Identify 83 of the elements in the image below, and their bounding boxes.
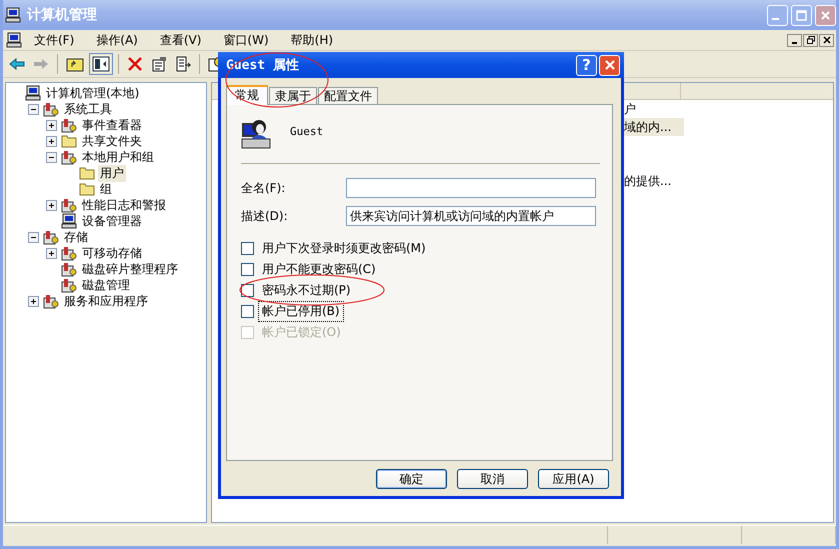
- tool-icon: [43, 293, 59, 309]
- tree-item[interactable]: 设备管理器: [80, 212, 144, 230]
- restore-button[interactable]: [803, 34, 818, 46]
- expander-box[interactable]: [28, 104, 39, 114]
- expander-box[interactable]: [28, 232, 39, 242]
- tree-item[interactable]: 性能日志和警报: [80, 196, 168, 214]
- tab[interactable]: 隶属于: [269, 87, 317, 104]
- tool-icon: [43, 101, 59, 117]
- close-button[interactable]: [819, 34, 834, 46]
- expander-box[interactable]: [46, 152, 57, 162]
- dialog-button[interactable]: 取消: [457, 469, 528, 489]
- tool-icon: [61, 245, 77, 261]
- tab[interactable]: 配置文件: [318, 87, 378, 104]
- checkbox[interactable]: [241, 305, 254, 318]
- checkbox-label[interactable]: 密码永不过期(P): [258, 280, 355, 301]
- field-label: 全名(F):: [241, 180, 286, 196]
- folder-icon: [61, 134, 77, 148]
- dialog-button[interactable]: 应用(A): [538, 469, 609, 489]
- table-cell-text: 户: [624, 101, 637, 118]
- tool-icon: [61, 261, 77, 277]
- menu-item[interactable]: 查看(V): [148, 32, 212, 48]
- menu-item[interactable]: 操作(A): [84, 32, 148, 48]
- expander-box[interactable]: [46, 200, 57, 210]
- minimize-icon: [772, 18, 779, 20]
- tool-icon: [61, 149, 77, 165]
- expander-box[interactable]: [46, 120, 57, 130]
- computer-icon: [5, 7, 21, 23]
- restore-icon: [806, 36, 814, 44]
- expander-box[interactable]: [28, 296, 39, 306]
- folder-up-icon[interactable]: [66, 56, 84, 72]
- table-cell: 域的内...: [624, 118, 684, 136]
- tool-icon: [61, 117, 77, 133]
- window-title: 计算机管理: [27, 6, 97, 24]
- user-name: Guest: [290, 124, 324, 138]
- delete-icon[interactable]: [127, 56, 143, 72]
- checkbox[interactable]: [241, 263, 254, 276]
- tree-pane-icon[interactable]: [92, 56, 110, 72]
- checkbox-label[interactable]: 帐户已停用(B): [258, 301, 344, 322]
- close-icon: [604, 59, 616, 71]
- properties-icon[interactable]: [151, 56, 167, 72]
- tree-item[interactable]: 存储: [62, 228, 90, 246]
- checkbox[interactable]: [241, 284, 254, 297]
- folder-icon: [79, 182, 95, 196]
- tree-item[interactable]: 用户: [98, 164, 126, 182]
- tool-icon: [43, 229, 59, 245]
- tree-item[interactable]: 系统工具: [62, 100, 114, 118]
- checkbox-label[interactable]: 用户下次登录时须更改密码(M): [258, 238, 430, 259]
- computer-icon: [6, 32, 22, 48]
- input-field[interactable]: [346, 178, 596, 198]
- tree-item[interactable]: 事件查看器: [80, 116, 144, 134]
- help-button[interactable]: ?: [576, 54, 597, 76]
- close-icon: [822, 36, 830, 44]
- checkbox[interactable]: [241, 242, 254, 255]
- tree-item[interactable]: 磁盘碎片整理程序: [80, 260, 180, 278]
- user-computer-icon: [241, 117, 273, 149]
- menu-item[interactable]: 帮助(H): [278, 32, 344, 48]
- computer-icon: [61, 213, 77, 229]
- maximize-icon: [796, 10, 807, 20]
- folder-icon: [79, 166, 95, 180]
- minimize-button[interactable]: [787, 34, 802, 46]
- table-cell-text: 的提供...: [624, 173, 672, 190]
- tree-item[interactable]: 共享文件夹: [80, 132, 144, 150]
- tool-icon: [61, 277, 77, 293]
- dialog-button[interactable]: 确定: [376, 469, 447, 489]
- tree-item[interactable]: 磁盘管理: [80, 276, 132, 294]
- checkbox-label[interactable]: 用户不能更改密码(C): [258, 259, 380, 280]
- export-list-icon[interactable]: [175, 56, 191, 72]
- tree-item[interactable]: 组: [98, 180, 114, 198]
- tree-item[interactable]: 计算机管理(本地): [44, 84, 142, 102]
- back-arrow-icon[interactable]: [9, 56, 25, 72]
- tab[interactable]: 常规: [226, 85, 268, 105]
- tree-item[interactable]: 可移动存储: [80, 244, 144, 262]
- menu-item[interactable]: 窗口(W): [211, 32, 279, 48]
- close-icon: [820, 10, 831, 20]
- expander-box[interactable]: [46, 248, 57, 258]
- menu-item[interactable]: 文件(F): [22, 32, 84, 48]
- input-field[interactable]: 供来宾访问计算机或访问域的内置帐户: [346, 206, 596, 226]
- tree-item[interactable]: 本地用户和组: [80, 148, 156, 166]
- computer-icon: [25, 85, 41, 101]
- field-label: 描述(D):: [241, 208, 289, 224]
- tree-item[interactable]: 服务和应用程序: [62, 292, 150, 310]
- tool-icon: [61, 197, 77, 213]
- expander-box[interactable]: [46, 136, 57, 146]
